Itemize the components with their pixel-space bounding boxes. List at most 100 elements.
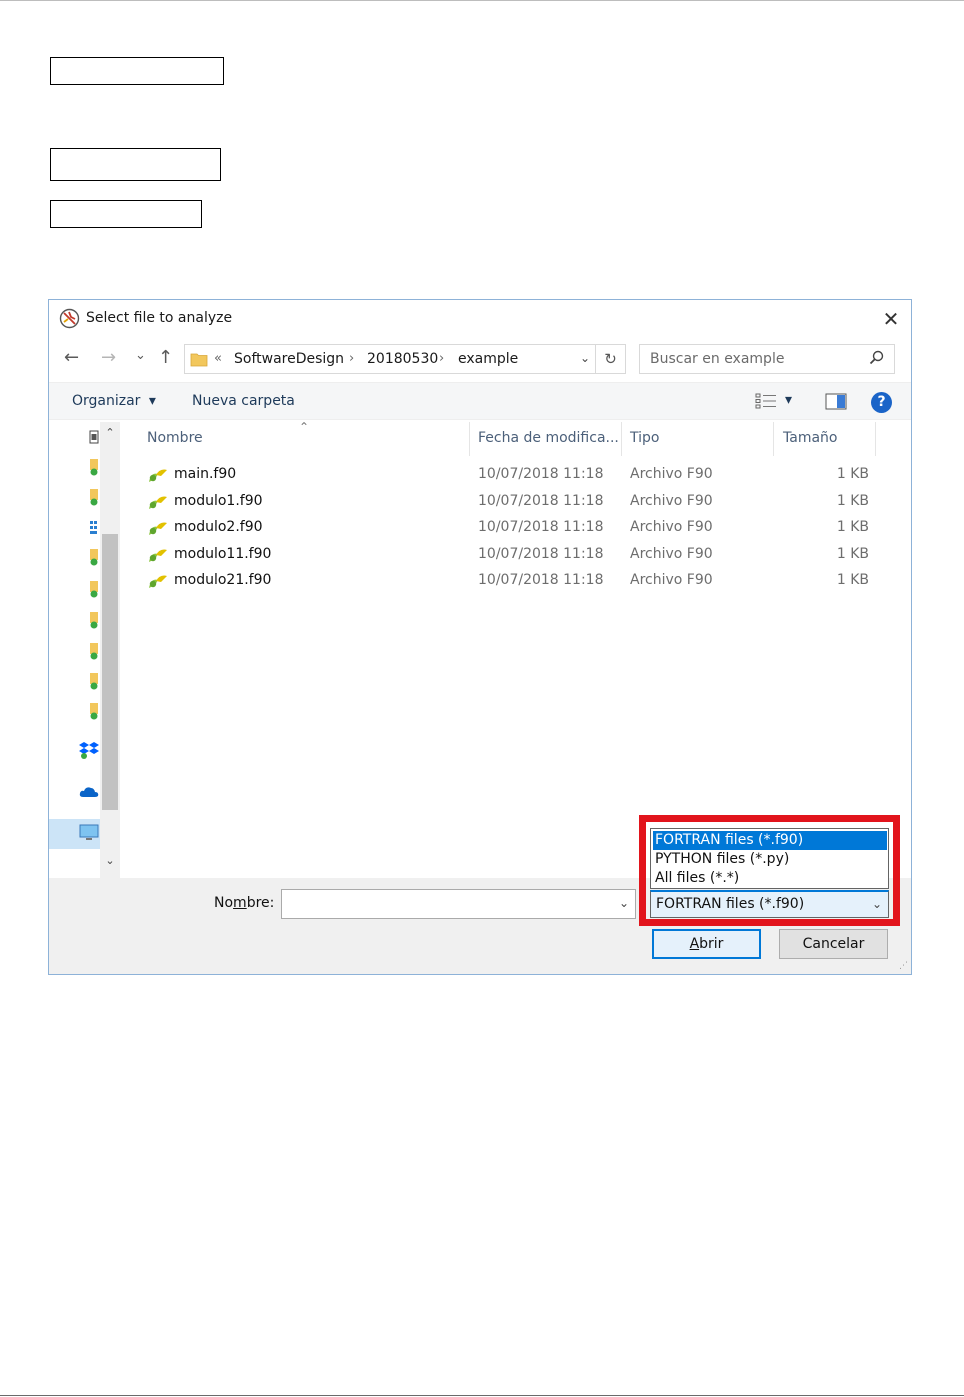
file-name-label: Nombre:	[214, 895, 274, 911]
synced-folder-icon[interactable]	[89, 580, 99, 602]
apps-folder-icon[interactable]	[89, 520, 99, 540]
address-bar[interactable]: « SoftwareDesign › 20180530 › example ⌄ …	[184, 344, 626, 374]
back-arrow-icon[interactable]: ←	[64, 348, 79, 368]
column-header-name[interactable]: Nombre	[147, 430, 203, 446]
file-name-label-part: No	[214, 895, 234, 911]
file-name: modulo2.f90	[174, 519, 263, 535]
navigation-pane: ⌃ ⌄	[49, 422, 121, 882]
file-name-dropdown-chevron-icon[interactable]: ⌄	[619, 896, 629, 910]
column-divider[interactable]	[621, 422, 622, 456]
fortran-file-icon	[147, 572, 169, 594]
onedrive-icon[interactable]	[79, 785, 99, 803]
fortran-file-icon	[147, 519, 169, 541]
file-size: 1 KB	[836, 572, 869, 588]
file-type: Archivo F90	[630, 466, 713, 482]
view-options-button[interactable]: ▾	[755, 392, 792, 414]
placeholder-box-2	[50, 148, 221, 181]
breadcrumb-separator-icon: ›	[439, 351, 445, 366]
table-row[interactable]: modulo2.f90 10/07/2018 11:18 Archivo F90…	[147, 515, 877, 541]
file-name: modulo1.f90	[174, 493, 263, 509]
file-date: 10/07/2018 11:18	[478, 519, 604, 535]
file-name-input[interactable]: ⌄	[281, 889, 636, 919]
column-header-date[interactable]: Fecha de modifica...	[478, 430, 619, 446]
table-row[interactable]: modulo21.f90 10/07/2018 11:18 Archivo F9…	[147, 568, 877, 594]
scroll-up-icon[interactable]: ⌃	[100, 426, 120, 439]
help-icon[interactable]: ?	[871, 392, 892, 413]
fortran-file-icon	[147, 546, 169, 568]
file-size: 1 KB	[836, 519, 869, 535]
synced-folder-icon[interactable]	[89, 642, 99, 664]
synced-folder-icon[interactable]	[89, 488, 99, 510]
file-type: Archivo F90	[630, 572, 713, 588]
address-dropdown-chevron-icon[interactable]: ⌄	[580, 351, 590, 365]
file-name: modulo21.f90	[174, 572, 272, 588]
caret-down-icon: ▾	[148, 393, 156, 409]
breadcrumb-overflow-icon[interactable]: «	[214, 351, 222, 366]
title-bar: Select file to analyze ✕	[49, 300, 911, 338]
file-type: Archivo F90	[630, 493, 713, 509]
synced-folder-icon[interactable]	[89, 672, 99, 694]
table-row[interactable]: main.f90 10/07/2018 11:18 Archivo F90 1 …	[147, 462, 877, 488]
search-placeholder: Buscar en example	[650, 351, 785, 367]
table-row[interactable]: modulo11.f90 10/07/2018 11:18 Archivo F9…	[147, 542, 877, 568]
dropbox-icon[interactable]	[79, 740, 99, 764]
file-date: 10/07/2018 11:18	[478, 572, 604, 588]
breadcrumb-separator-icon: ›	[349, 351, 355, 366]
breadcrumb-softwaredesign[interactable]: SoftwareDesign	[234, 351, 344, 367]
folder-icon	[190, 350, 208, 372]
up-arrow-icon[interactable]: ↑	[158, 348, 173, 368]
placeholder-box-3	[50, 200, 202, 228]
column-header-size[interactable]: Tamaño	[783, 430, 837, 446]
file-name: main.f90	[174, 466, 237, 482]
file-size: 1 KB	[836, 493, 869, 509]
column-divider[interactable]	[773, 422, 774, 456]
page-top-rule	[0, 0, 964, 1]
breadcrumb-example[interactable]: example	[458, 351, 518, 367]
synced-folder-icon[interactable]	[89, 611, 99, 633]
file-name-label-part: bre:	[246, 895, 275, 911]
dialog-title: Select file to analyze	[86, 310, 233, 326]
column-header-type[interactable]: Tipo	[630, 430, 659, 446]
sort-ascending-icon: ⌃	[299, 420, 310, 434]
open-mnemonic: A	[689, 936, 700, 952]
forward-arrow-icon[interactable]: →	[101, 348, 116, 368]
scroll-down-icon[interactable]: ⌄	[100, 854, 120, 867]
file-size: 1 KB	[836, 546, 869, 562]
synced-folder-icon[interactable]	[89, 548, 99, 570]
organize-menu-button[interactable]: Organizar ▾	[72, 393, 156, 409]
fortran-file-icon	[147, 493, 169, 515]
table-row[interactable]: modulo1.f90 10/07/2018 11:18 Archivo F90…	[147, 489, 877, 515]
open-button[interactable]: Abrir	[652, 929, 761, 959]
app-icon	[59, 308, 80, 329]
file-name-label-mnemonic: m	[233, 895, 247, 911]
command-toolbar: Organizar ▾ Nueva carpeta ▾ ?	[49, 382, 911, 420]
column-divider[interactable]	[469, 422, 470, 456]
view-caret-icon: ▾	[785, 392, 793, 408]
file-type: Archivo F90	[630, 546, 713, 562]
preview-pane-icon[interactable]	[825, 393, 847, 414]
search-icon[interactable]	[868, 349, 886, 371]
close-button[interactable]: ✕	[875, 304, 907, 334]
file-size: 1 KB	[836, 466, 869, 482]
new-folder-button[interactable]: Nueva carpeta	[192, 393, 295, 409]
synced-folder-icon[interactable]	[89, 702, 99, 724]
nav-scrollbar-thumb[interactable]	[102, 534, 118, 810]
organize-label: Organizar	[72, 393, 141, 409]
column-divider[interactable]	[875, 422, 876, 456]
breadcrumb-20180530[interactable]: 20180530	[367, 351, 438, 367]
file-date: 10/07/2018 11:18	[478, 493, 604, 509]
refresh-icon[interactable]: ↻	[595, 345, 625, 373]
page-bottom-rule	[0, 1395, 964, 1396]
this-pc-icon[interactable]	[79, 824, 99, 846]
cancel-button[interactable]: Cancelar	[779, 929, 888, 959]
search-box[interactable]: Buscar en example	[639, 344, 895, 374]
resize-grip-icon[interactable]: ⋰	[899, 961, 908, 971]
recent-locations-chevron-icon[interactable]: ⌄	[135, 346, 146, 366]
quick-access-icon[interactable]	[89, 430, 99, 448]
annotation-highlight-box	[639, 815, 900, 926]
file-date: 10/07/2018 11:18	[478, 466, 604, 482]
placeholder-box-1	[50, 57, 224, 85]
open-label: brir	[699, 936, 724, 952]
synced-folder-icon[interactable]	[89, 458, 99, 480]
file-date: 10/07/2018 11:18	[478, 546, 604, 562]
